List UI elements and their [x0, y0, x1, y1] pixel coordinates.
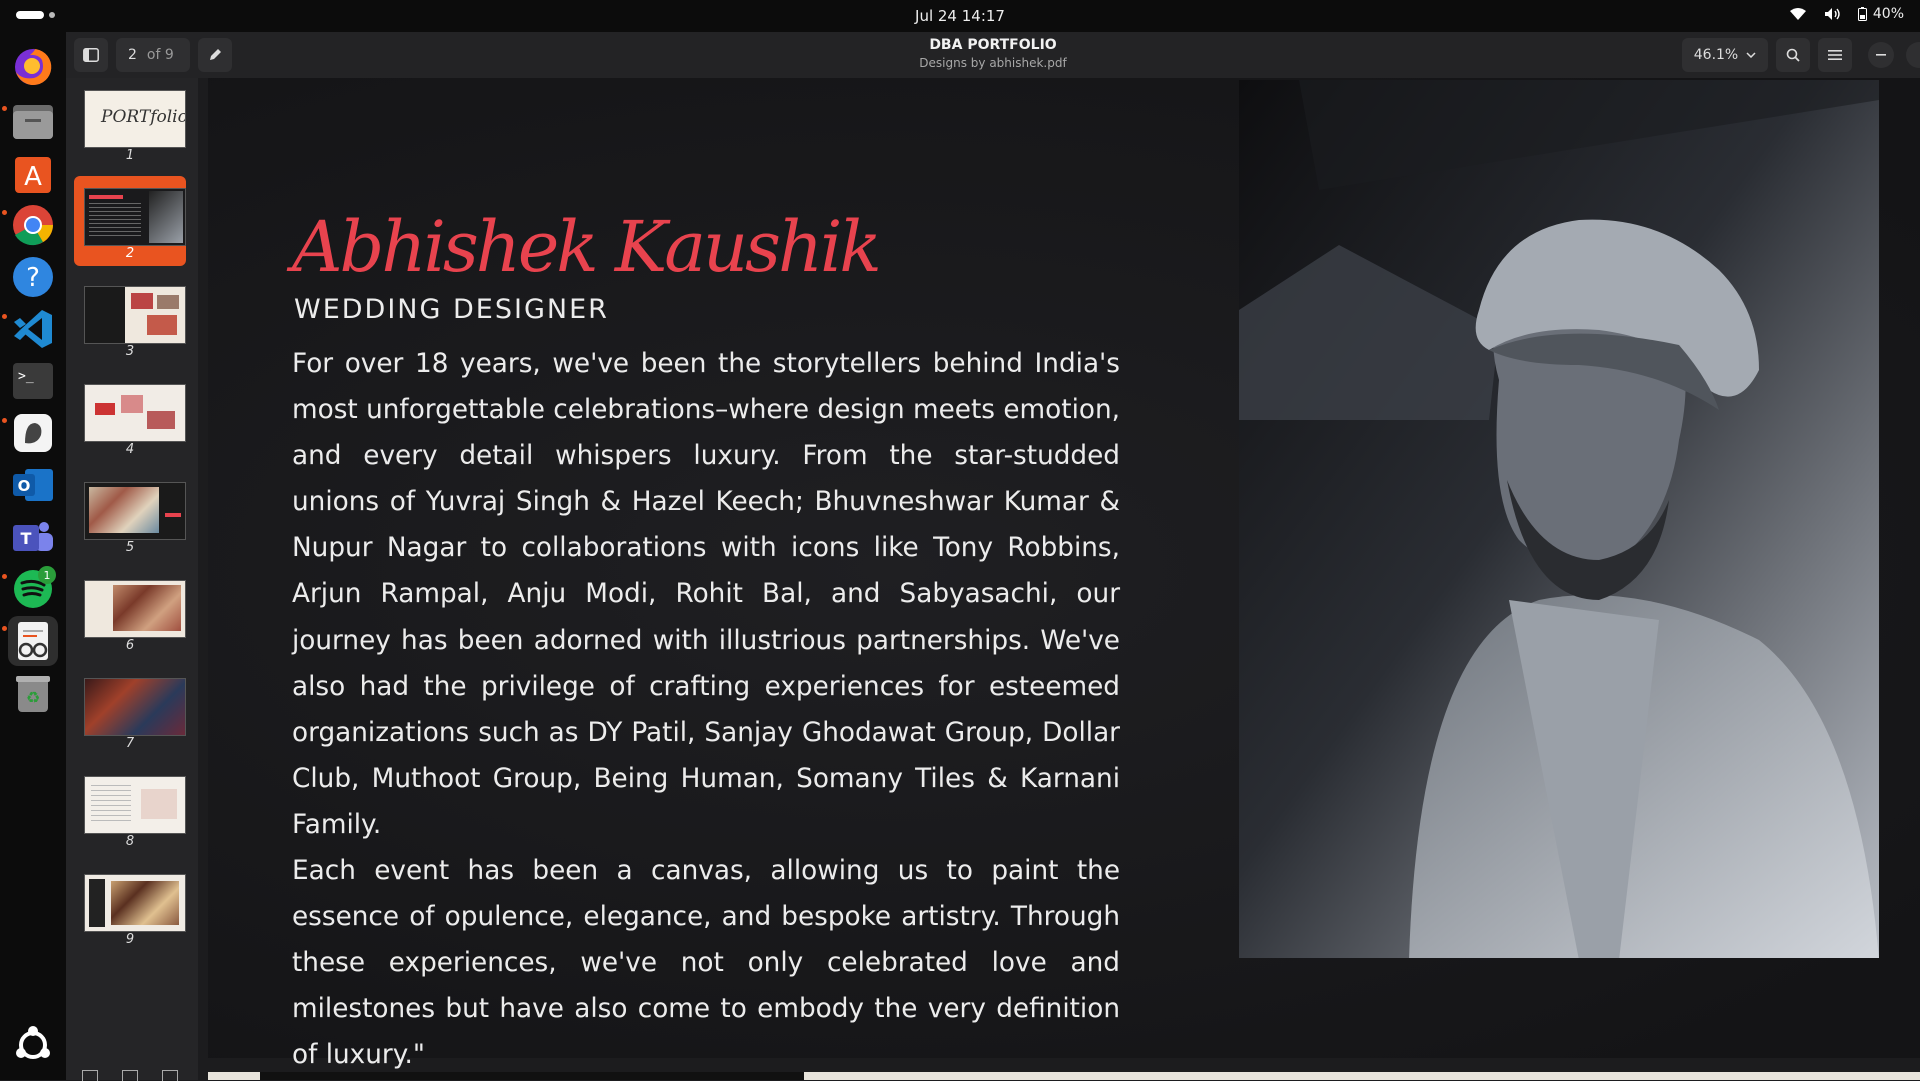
- page-thumbnail-6[interactable]: 6: [74, 568, 186, 658]
- viewer-header-bar: 2 of 9 DBA PORTFOLIO Designs by abhishek…: [66, 32, 1920, 79]
- clipart-icon[interactable]: [8, 408, 58, 458]
- outline-icon[interactable]: [162, 1070, 178, 1081]
- chrome-icon[interactable]: [8, 200, 58, 250]
- horizontal-scrollbar[interactable]: [208, 1072, 1920, 1080]
- thumbnail-image: [84, 580, 186, 638]
- thumbnail-image: [84, 482, 186, 540]
- notification-badge: 1: [38, 566, 56, 584]
- page-thumbnail-3[interactable]: 3: [74, 274, 186, 364]
- system-tray[interactable]: 40%: [1789, 6, 1904, 22]
- pdf-page-2: Abhishek Kaushik WEDDING DESIGNER For ov…: [208, 78, 1920, 1070]
- designer-name: Abhishek Kaushik: [292, 206, 882, 288]
- main-menu-button[interactable]: [1818, 38, 1852, 72]
- page-number-label: 8: [125, 834, 135, 849]
- svg-text:O: O: [18, 477, 31, 495]
- minimize-icon: [1876, 54, 1886, 56]
- terminal-icon[interactable]: >_: [8, 356, 58, 406]
- thumbnail-image: [84, 286, 186, 344]
- thumbnail-image: [84, 874, 186, 932]
- svg-text:>_: >_: [18, 369, 34, 384]
- spotify-icon[interactable]: 1: [8, 564, 58, 614]
- page-thumbnail-4[interactable]: 4: [74, 372, 186, 462]
- bio-paragraph: Each event has been a canvas, allowing u…: [292, 856, 1120, 1071]
- system-top-bar: Jul 24 14:17 40%: [0, 0, 1920, 32]
- page-thumbnail-9[interactable]: 9: [74, 862, 186, 952]
- teams-icon[interactable]: T: [8, 512, 58, 562]
- chevron-down-icon: [1746, 52, 1756, 58]
- page-number-label: 4: [125, 442, 135, 457]
- show-apps-icon[interactable]: [8, 1020, 58, 1070]
- document-viewer[interactable]: Abhishek Kaushik WEDDING DESIGNER For ov…: [198, 78, 1920, 1080]
- app-center-icon[interactable]: A: [8, 148, 58, 198]
- page-thumbnail-5[interactable]: 5: [74, 470, 186, 560]
- grid-view-icon[interactable]: [82, 1070, 98, 1081]
- page-number-label: 1: [125, 148, 135, 163]
- page-number-label: 2: [125, 246, 135, 261]
- thumbnail-image: [84, 776, 186, 834]
- bio-paragraph: For over 18 years, we've been the storyt…: [292, 349, 1120, 840]
- hamburger-menu-icon: [1828, 50, 1842, 60]
- svg-text:A: A: [24, 162, 42, 192]
- files-icon[interactable]: [8, 96, 58, 146]
- designer-portrait-photo: [1239, 80, 1879, 958]
- single-page-icon[interactable]: [122, 1070, 138, 1081]
- page-thumbnail-2[interactable]: 2: [74, 176, 186, 266]
- page-thumbnail-1[interactable]: PORTfolio 1: [74, 78, 186, 168]
- vscode-icon[interactable]: [8, 304, 58, 354]
- page-thumbnail-7[interactable]: 7: [74, 666, 186, 756]
- thumbnail-image: [84, 678, 186, 736]
- svg-text:?: ?: [26, 263, 40, 293]
- search-button[interactable]: [1776, 38, 1810, 72]
- scrollbar-thumb[interactable]: [260, 1072, 804, 1080]
- outlook-icon[interactable]: O: [8, 460, 58, 510]
- minimize-button[interactable]: [1868, 42, 1894, 68]
- help-icon[interactable]: ?: [8, 252, 58, 302]
- svg-text:♻: ♻: [26, 688, 40, 707]
- page-number-label: 3: [125, 344, 135, 359]
- page-number-label: 5: [125, 540, 135, 555]
- designer-role: WEDDING DESIGNER: [294, 294, 609, 325]
- svg-text:T: T: [21, 529, 32, 548]
- trash-icon[interactable]: ♻: [8, 668, 58, 718]
- page-number-label: 9: [125, 932, 135, 947]
- battery-indicator: 40%: [1857, 6, 1904, 22]
- sidebar-view-switcher[interactable]: [66, 1070, 214, 1081]
- wifi-icon: [1789, 7, 1806, 21]
- page-thumbnail-8[interactable]: 8: [74, 764, 186, 854]
- bio-text: For over 18 years, we've been the storyt…: [292, 341, 1120, 1079]
- page-number-label: 6: [125, 638, 135, 653]
- volume-icon: [1824, 7, 1840, 21]
- page-number-label: 7: [125, 736, 135, 751]
- document-filename: Designs by abhishek.pdf: [919, 56, 1067, 70]
- thumbnail-image: PORTfolio: [84, 90, 186, 148]
- thumbnail-image: [84, 384, 186, 442]
- page-thumbnails-sidebar: PORTfolio 1 2 3 4 5 6 7 8 9: [66, 78, 198, 1081]
- firefox-icon[interactable]: [8, 42, 58, 92]
- search-icon: [1786, 48, 1800, 62]
- document-title: DBA PORTFOLIO: [929, 37, 1057, 53]
- thumbnail-image: [84, 188, 186, 246]
- document-viewer-icon[interactable]: [8, 616, 58, 666]
- battery-icon: [1857, 7, 1867, 21]
- zoom-level: 46.1%: [1693, 47, 1739, 63]
- battery-percent: 40%: [1872, 6, 1904, 22]
- zoom-dropdown[interactable]: 46.1%: [1682, 38, 1768, 72]
- thumbnail-title-text: PORTfolio: [101, 107, 186, 127]
- dock: A ? >_ O T 1 ♻: [0, 32, 66, 1080]
- clock[interactable]: Jul 24 14:17: [0, 7, 1920, 25]
